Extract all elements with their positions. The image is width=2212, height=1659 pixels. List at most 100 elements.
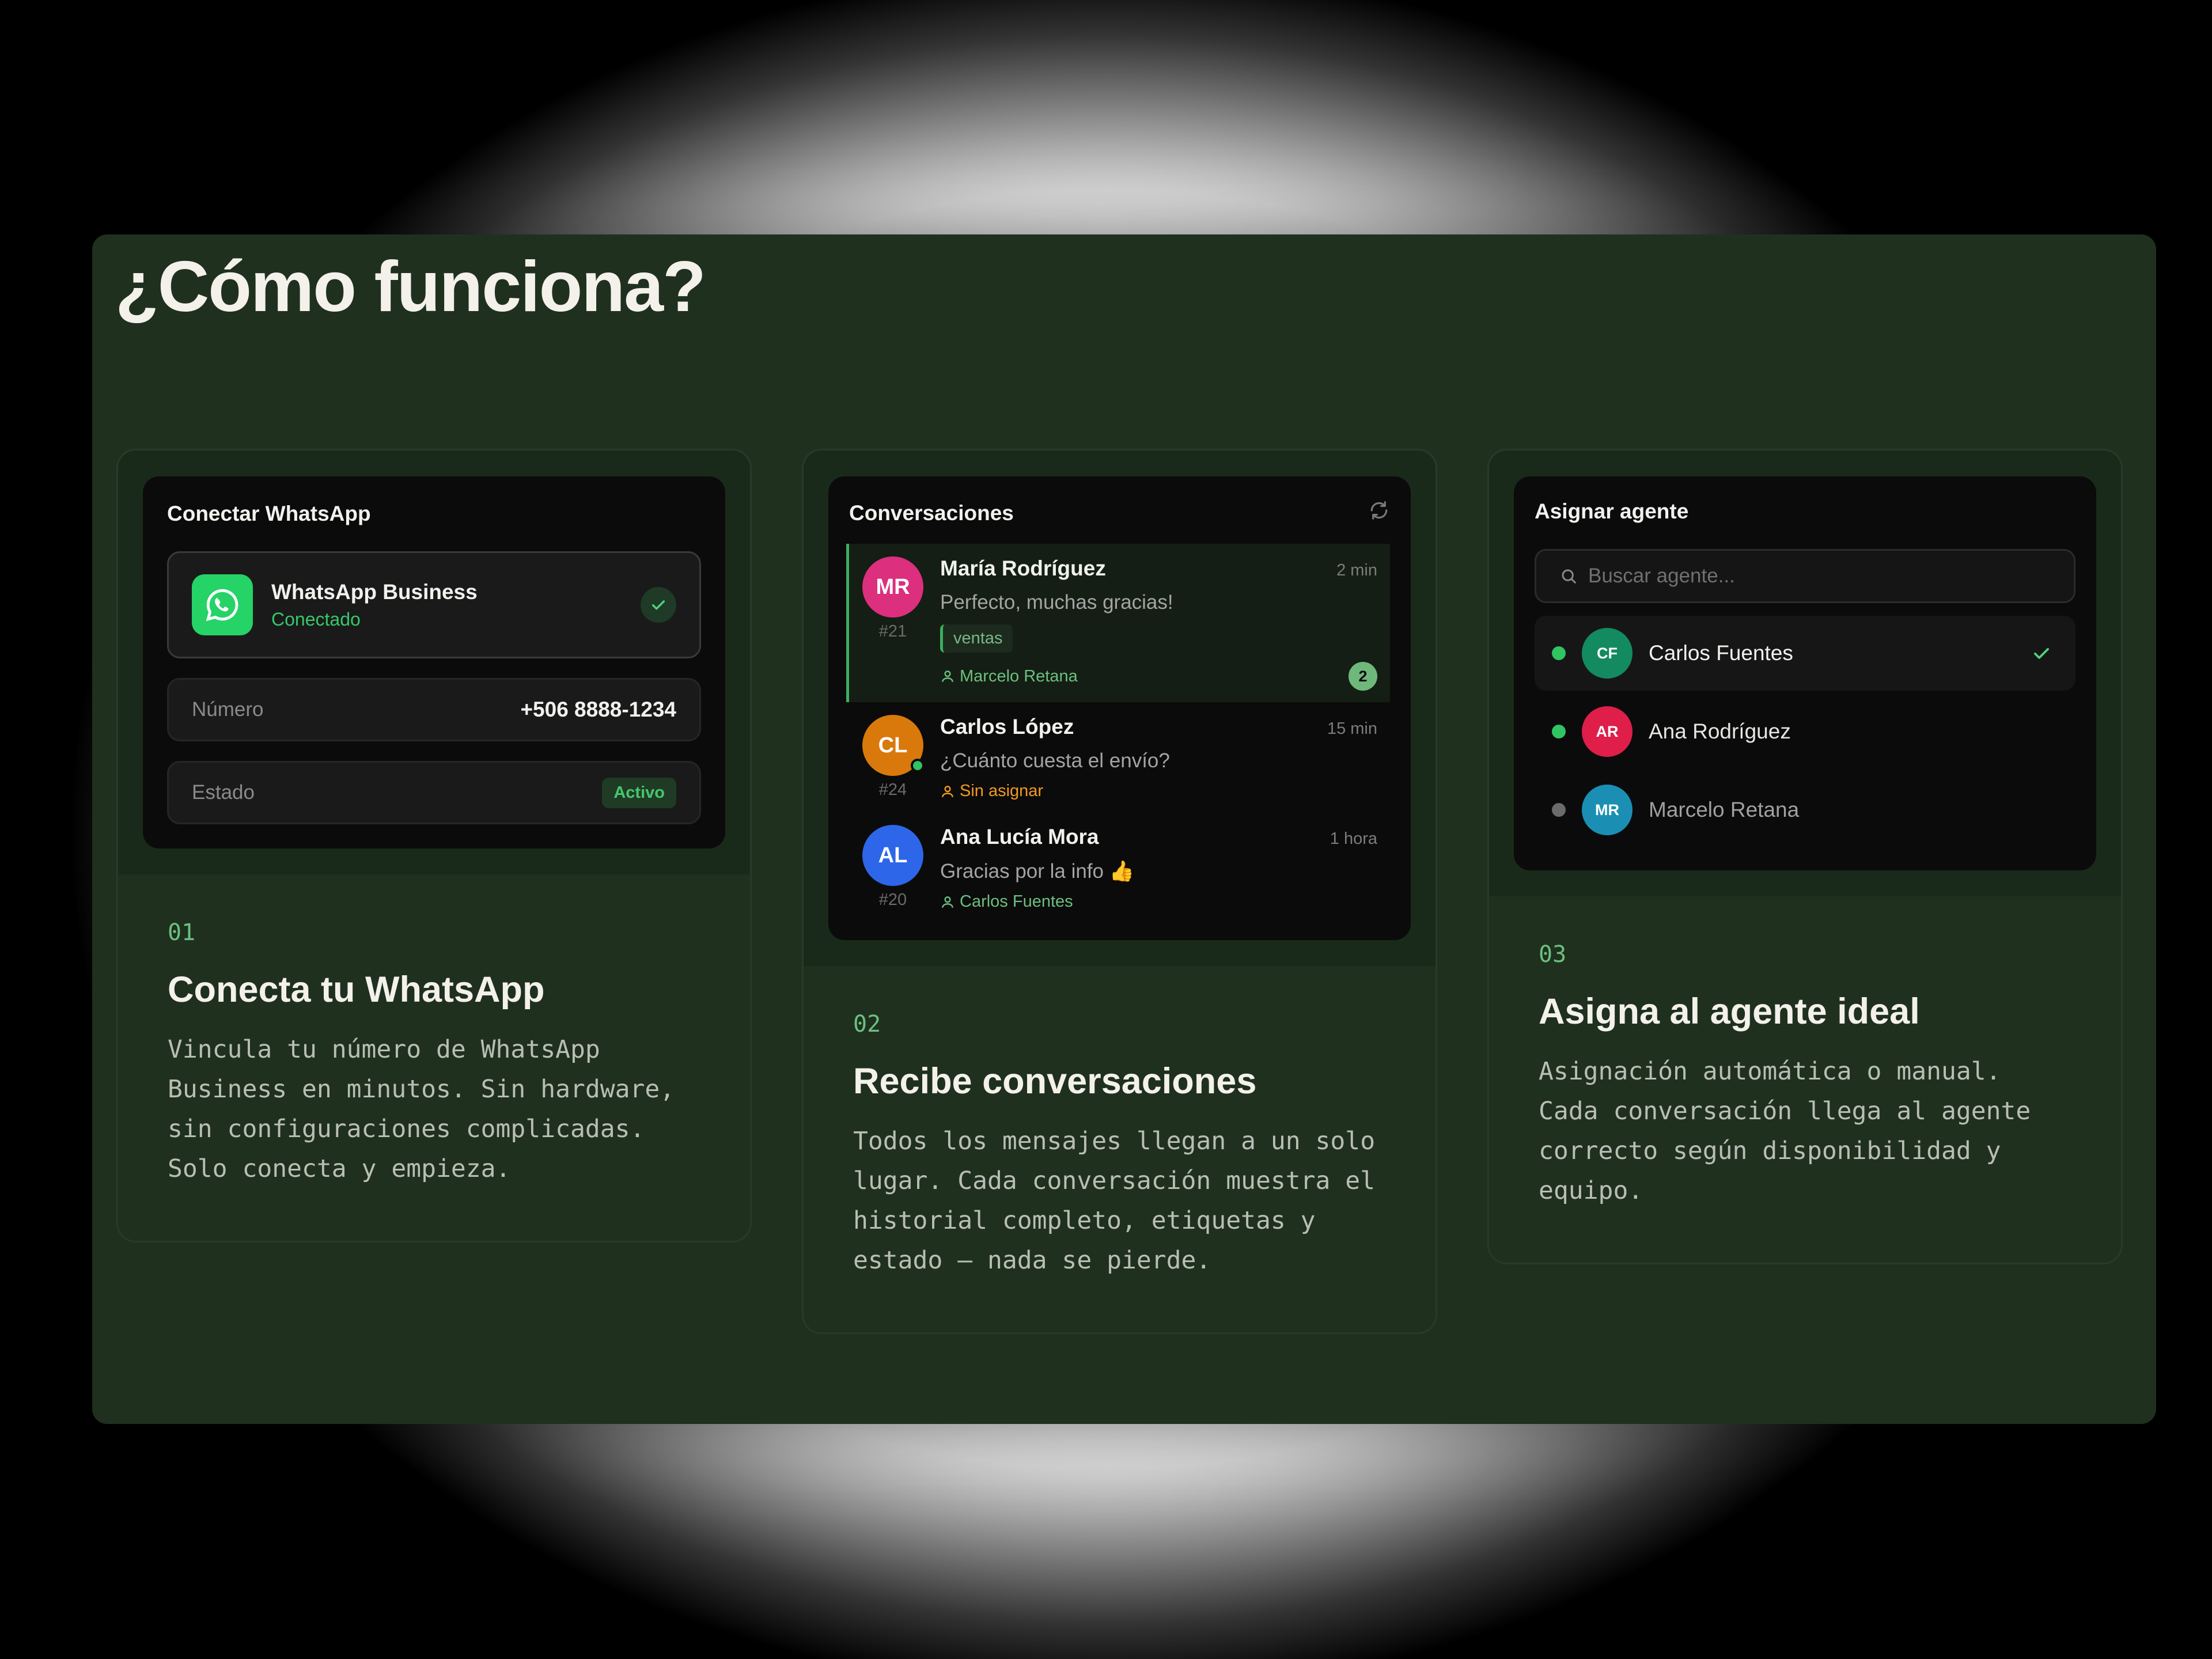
conversation-body: Carlos López 15 min ¿Cuánto cuesta el en… [940, 715, 1377, 801]
assign-agent-mock: Asignar agente CF Carlos Fuentes AR Ana … [1514, 476, 2096, 870]
conversations-mock: Conversaciones MR #21 María Rodríguez 2 … [828, 476, 1411, 940]
user-icon [942, 896, 953, 908]
step-visual: Conversaciones MR #21 María Rodríguez 2 … [804, 450, 1435, 966]
last-message: Perfecto, muchas gracias! [940, 591, 1173, 613]
whatsapp-card-name: WhatsApp Business [271, 579, 478, 604]
avatar: AR [1582, 706, 1633, 757]
agent-option-ana-rodriguez[interactable]: AR Ana Rodríguez [1535, 694, 2075, 769]
step-card-assign: Asignar agente CF Carlos Fuentes AR Ana … [1487, 449, 2123, 1264]
step-text: 03 Asigna al agente ideal Asignación aut… [1489, 896, 2121, 1263]
step-title: Conecta tu WhatsApp [168, 969, 545, 1010]
check-icon [641, 587, 676, 623]
contact-name: Carlos López [940, 715, 1074, 738]
whatsapp-logo-icon [192, 574, 253, 635]
check-icon [2034, 647, 2049, 659]
conversation-tag: ventas [940, 624, 1013, 653]
conversation-footer: Marcelo Retana 2 [940, 662, 1377, 691]
contact-name: María Rodríguez [940, 556, 1106, 580]
conversation-avatar-column: CL #24 [862, 715, 925, 801]
agent-name: Carlos Fuentes [1649, 641, 1793, 665]
step-description: Vincula tu número de WhatsApp Business e… [168, 1035, 675, 1183]
mock-title: Conversaciones [849, 501, 1014, 525]
search-icon [1562, 569, 1576, 584]
how-it-works-panel: ¿Cómo funciona? Conectar WhatsApp WhatsA… [92, 234, 2156, 1424]
mock-header: Asignar agente [1535, 499, 2075, 524]
assigned-agent: Carlos Fuentes [940, 892, 1073, 911]
online-status-dot [1552, 646, 1566, 660]
conversation-id: #20 [878, 891, 907, 909]
online-status-dot [1552, 725, 1566, 738]
conversation-item[interactable]: AL #20 Ana Lucía Mora 1 hora Gracias por… [849, 812, 1390, 923]
conversation-avatar-column: MR #21 [862, 556, 924, 691]
connection-status: Conectado [271, 608, 361, 630]
step-number: 02 [853, 1011, 881, 1037]
step-description: Todos los mensajes llegan a un solo luga… [853, 1127, 1376, 1275]
mock-title: Asignar agente [1535, 499, 1689, 523]
conversation-top: Carlos López 15 min [940, 715, 1377, 739]
unread-count-badge: 2 [1349, 662, 1377, 691]
whatsapp-card-info: WhatsApp Business Conectado [271, 580, 641, 630]
conversation-time: 1 hora [1330, 830, 1377, 848]
conversation-footer: Carlos Fuentes [940, 892, 1377, 911]
user-icon [942, 671, 953, 682]
conversation-top: María Rodríguez 2 min [940, 556, 1377, 581]
conversation-top: Ana Lucía Mora 1 hora [940, 825, 1377, 849]
whatsapp-business-card[interactable]: WhatsApp Business Conectado [167, 551, 701, 658]
conversation-footer: Sin asignar [940, 782, 1377, 801]
step-text: 01 Conecta tu WhatsApp Vincula tu número… [118, 874, 750, 1241]
offline-status-dot [1552, 803, 1566, 817]
avatar: CF [1582, 628, 1633, 679]
step-text: 02 Recibe conversaciones Todos los mensa… [804, 966, 1435, 1332]
number-field: Número +506 8888-1234 [167, 678, 701, 741]
last-message: ¿Cuánto cuesta el envío? [940, 749, 1170, 772]
step-card-connect: Conectar WhatsApp WhatsApp Business Cone… [116, 449, 752, 1243]
contact-name: Ana Lucía Mora [940, 825, 1099, 849]
status-badge: Activo [602, 777, 676, 808]
refresh-icon[interactable] [1368, 499, 1390, 527]
mock-header: Conectar WhatsApp [167, 502, 701, 526]
online-status-dot [911, 759, 925, 772]
mock-header: Conversaciones [849, 499, 1390, 527]
conversation-item[interactable]: CL #24 Carlos López 15 min ¿Cuánto cuest… [849, 702, 1390, 812]
last-message: Gracias por la info 👍 [940, 860, 1135, 882]
assigned-agent: Sin asignar [940, 782, 1043, 801]
conversation-time: 2 min [1336, 561, 1377, 579]
avatar: MR [1582, 785, 1633, 835]
connect-whatsapp-mock: Conectar WhatsApp WhatsApp Business Cone… [143, 476, 725, 849]
step-card-conversations: Conversaciones MR #21 María Rodríguez 2 … [802, 449, 1437, 1334]
conversation-body: María Rodríguez 2 min Perfecto, muchas g… [940, 556, 1377, 691]
agent-option-marcelo-retana[interactable]: MR Marcelo Retana [1535, 772, 2075, 847]
agent-search[interactable] [1535, 549, 2075, 603]
assigned-agent-name: Carlos Fuentes [960, 892, 1073, 911]
step-number: 01 [168, 919, 196, 946]
conversation-time: 15 min [1327, 719, 1377, 738]
number-label: Número [192, 698, 264, 721]
avatar: MR [862, 556, 923, 618]
number-value: +506 8888-1234 [520, 698, 676, 721]
assigned-agent: Marcelo Retana [940, 667, 1078, 686]
step-title: Asigna al agente ideal [1539, 991, 1920, 1032]
step-title: Recibe conversaciones [853, 1061, 1257, 1101]
assigned-agent-name: Sin asignar [960, 782, 1044, 800]
step-number: 03 [1539, 941, 1567, 968]
agent-option-carlos-fuentes[interactable]: CF Carlos Fuentes [1535, 616, 2075, 691]
user-icon [942, 785, 953, 797]
conversation-avatar-column: AL #20 [862, 825, 924, 911]
conversation-item[interactable]: MR #21 María Rodríguez 2 min Perfecto, m… [846, 544, 1390, 702]
page-title: ¿Cómo funciona? [115, 247, 706, 327]
conversation-body: Ana Lucía Mora 1 hora Gracias por la inf… [940, 825, 1377, 911]
state-field: Estado Activo [167, 761, 701, 824]
step-visual: Asignar agente CF Carlos Fuentes AR Ana … [1489, 450, 2121, 896]
avatar-initials: CL [878, 733, 908, 757]
state-label: Estado [192, 781, 255, 804]
step-visual: Conectar WhatsApp WhatsApp Business Cone… [118, 450, 750, 874]
search-input[interactable] [1588, 565, 2051, 588]
mock-title: Conectar WhatsApp [167, 502, 371, 525]
step-description: Asignación automática o manual. Cada con… [1539, 1057, 2031, 1205]
assigned-agent-name: Marcelo Retana [960, 666, 1078, 685]
agent-name: Marcelo Retana [1649, 798, 1800, 821]
conversation-id: #24 [878, 781, 907, 799]
avatar: AL [862, 825, 923, 886]
conversation-id: #21 [878, 622, 907, 641]
agent-name: Ana Rodríguez [1649, 719, 1791, 743]
